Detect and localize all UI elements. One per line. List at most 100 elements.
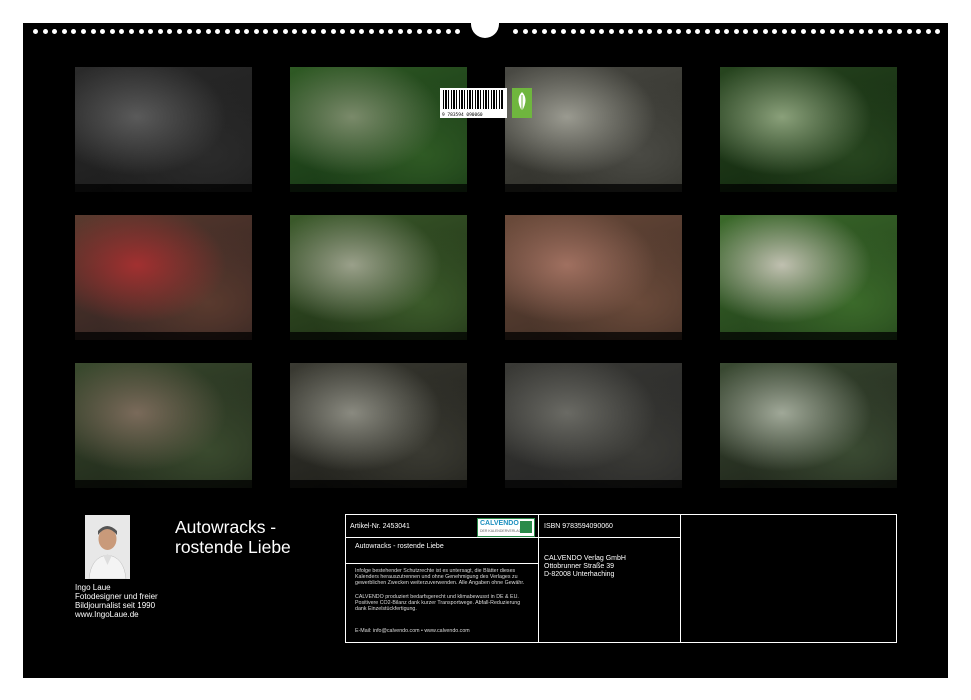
binding-hole [157,29,163,34]
binding-hole [426,29,432,34]
binding-hole [637,29,643,34]
binding-hole [647,29,653,34]
contact-line: E-Mail: info@calvendo.com • www.calvendo… [355,628,470,634]
author-info: Ingo Laue Fotodesigner und freier Bildjo… [75,583,158,619]
calendar-photo [290,363,467,488]
calendar-photo [75,363,252,488]
calvendo-logo: CALVENDO DER KALENDERVERLAG [477,518,535,537]
binding-hole [196,29,202,34]
date-strip [290,332,467,340]
binding-hole [52,29,58,34]
binding-hole [561,29,566,34]
binding-hole [90,29,96,34]
binding-hole [916,29,922,34]
calendar-photo [75,67,252,192]
binding-hole [666,29,672,34]
date-strip [720,332,897,340]
binding-hole [628,29,634,34]
binding-hole [455,29,461,34]
binding-hole [253,29,259,34]
binding-hole [109,29,115,34]
binding-hole [61,29,67,34]
title-line: rostende Liebe [175,537,291,557]
barcode-bars [443,90,504,109]
divider [539,537,680,538]
binding-hole [301,29,307,34]
publisher-street: Ottobrunner Straße 39 [544,563,615,570]
publisher-city: D-82008 Unterhaching [544,571,615,578]
binding-hole [599,29,605,34]
binding-hole [829,29,835,34]
binding-hole [292,29,298,34]
date-strip [505,184,682,192]
binding-hole [445,29,451,34]
binding-hole [330,29,336,34]
binding-hole [359,29,365,34]
date-strip [75,480,252,488]
binding-hole [781,29,787,34]
logo-mark-icon [520,521,532,533]
binding-hole [129,29,134,34]
binding-hole [532,29,538,34]
binding-hole [820,29,826,34]
binding-hole [724,29,730,34]
binding-hole [205,29,211,34]
binding-hole [369,29,374,34]
date-strip [720,184,897,192]
binding-hole [513,29,518,34]
calendar-photo [505,363,682,488]
legal-notice: Infolge bestehender Schutzrechte ist es … [355,568,525,587]
binding-hole [541,29,547,34]
info-column-publisher: ISBN 9783594090060 CALVENDO Verlag GmbH … [539,515,681,642]
date-strip [75,332,252,340]
binding-hole [436,29,442,34]
binding-hole [244,29,250,34]
calendar-photo [75,215,252,340]
binding-hole [906,29,912,34]
date-strip [290,480,467,488]
binding-hole [877,29,883,34]
binding-hole [417,29,422,34]
binding-hole [148,29,154,34]
date-strip [505,480,682,488]
binding-hole [589,29,595,34]
calendar-title: Autowracks - rostende Liebe [175,517,291,557]
binding-hole [772,29,778,34]
binding-hole [522,29,528,34]
binding-hole [676,29,682,34]
binding-hole [263,29,269,34]
info-box: Artikel-Nr. 2453041 CALVENDO DER KALENDE… [345,514,897,643]
binding-hole [791,29,797,34]
date-strip [505,332,682,340]
binding-hole [186,29,192,34]
binding-hole [321,29,326,34]
binding-hole [858,29,864,34]
publisher-name: CALVENDO Verlag GmbH [544,555,626,562]
binding-hole [695,29,701,34]
binding-hole [743,29,749,34]
binding-hole [849,29,854,34]
calendar-photo [505,67,682,192]
author-portrait [85,515,130,579]
isbn: ISBN 9783594090060 [544,523,613,530]
binding-hole [714,29,720,34]
climate-notice: CALVENDO produziert bedarfsgerecht und k… [355,594,521,613]
binding-hole [705,29,710,34]
binding-hole [935,29,941,34]
divider [346,537,538,538]
binding-hole [42,29,48,34]
date-strip [720,480,897,488]
binding-hole [273,29,278,34]
binding-hole [138,29,144,34]
binding-hole [388,29,394,34]
binding-hole [407,29,413,34]
binding-hole [177,29,182,34]
calendar-photo [290,215,467,340]
title-line: Autowracks - [175,517,277,537]
binding-hole [234,29,240,34]
barcode: 9 783594 090060 [440,88,507,118]
binding-hole [925,29,931,34]
date-strip [290,184,467,192]
binding-hole [801,29,806,34]
binding-hole [33,29,38,34]
